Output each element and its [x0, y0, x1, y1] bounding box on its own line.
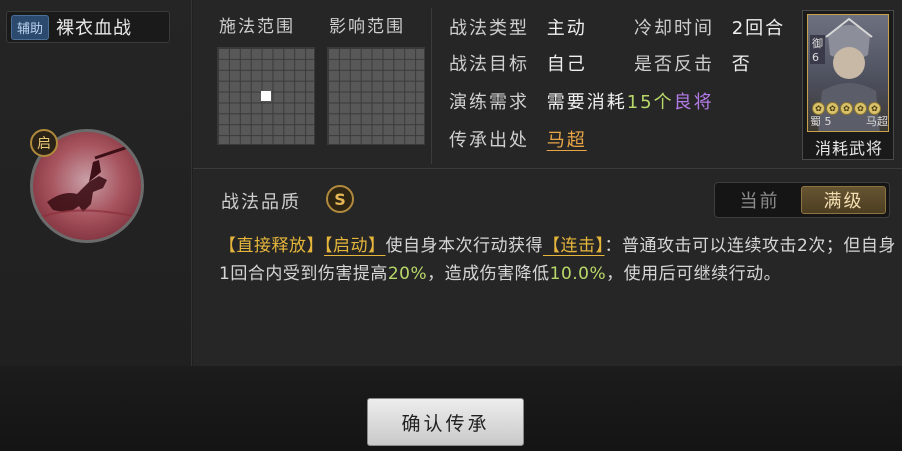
cooldown-row: 冷却时间 2回合: [634, 14, 785, 40]
requirement-count: 15个: [626, 92, 674, 113]
faction-text: 蜀: [810, 115, 821, 128]
source-row: 传承出处 马超: [449, 126, 587, 152]
quality-grade-badge: S: [326, 185, 354, 213]
skill-description: 【直接释放】【启动】使自身本次行动获得【连击】：普通攻击可以连续攻击2次；但自身…: [219, 232, 899, 288]
skill-tag-badge: 辅助: [11, 14, 50, 40]
type-row: 战法类型 主动: [449, 14, 587, 40]
level-mark-number: 6: [812, 51, 819, 64]
source-general-link[interactable]: 马超: [547, 130, 587, 151]
desc-text-3: ，造成伤害降低: [427, 264, 550, 284]
skill-name-box: 辅助 裸衣血战: [6, 11, 170, 43]
card-caption: 消耗武将: [814, 139, 883, 158]
effect-range-title: 影响范围: [329, 17, 405, 37]
effect-range-grid: [327, 47, 425, 145]
requirement-item: 良将: [673, 92, 714, 113]
cooldown-label: 冷却时间: [634, 18, 714, 39]
toggle-current-button[interactable]: 当前: [718, 186, 801, 214]
source-label: 传承出处: [449, 130, 529, 151]
card-faction: 蜀 5: [810, 113, 832, 129]
range-section: 施法范围 影响范围: [217, 10, 427, 162]
desc-damage-dealt: 10.0%: [549, 264, 607, 284]
requirement-row: 演练需求 需要消耗15个良将: [449, 88, 714, 114]
desc-text-1: 使自身本次行动获得: [385, 236, 543, 256]
level-mark: 御 6: [810, 35, 825, 64]
skill-sidebar: 辅助 裸衣血战 启: [0, 0, 192, 366]
counter-label: 是否反击: [634, 54, 714, 75]
counter-value: 否: [731, 54, 752, 75]
type-value: 主动: [546, 18, 587, 39]
consumed-general-card[interactable]: 御 6 ✿ ✿ ✿ ✿ ✿ 蜀 5 马超 消耗武将: [802, 10, 894, 160]
level-toggle: 当前 满级: [714, 182, 890, 218]
desc-activate: 【启动】: [324, 236, 386, 256]
cooldown-value: 2回合: [731, 18, 786, 39]
card-general-name: 马超: [866, 115, 888, 128]
target-value: 自己: [546, 54, 587, 75]
desc-damage-taken: 20%: [387, 264, 428, 284]
toggle-max-button[interactable]: 满级: [801, 186, 886, 214]
level-mark-text: 御: [812, 37, 823, 50]
desc-direct-cast: 【直接释放】: [219, 236, 324, 256]
type-label: 战法类型: [449, 18, 529, 39]
quality-label: 战法品质: [221, 192, 301, 213]
activation-badge: 启: [30, 129, 58, 157]
target-label: 战法目标: [449, 54, 529, 75]
skill-detail-panel: 施法范围 影响范围 战法类型 主动 冷却时间 2回合 战法目标 自己 是否反击 …: [193, 0, 902, 366]
cost-text: 5: [824, 115, 832, 128]
desc-combo-link[interactable]: 【连击】: [543, 236, 605, 256]
counter-row: 是否反击 否: [634, 50, 752, 76]
vertical-divider: [431, 8, 432, 164]
cast-range-center-cell: [261, 91, 271, 101]
requirement-prefix: 需要消耗: [546, 92, 627, 113]
requirement-label: 演练需求: [449, 92, 529, 113]
confirm-inherit-button[interactable]: 确认传承: [367, 398, 524, 446]
horizontal-divider: [193, 168, 902, 169]
cast-range-title: 施法范围: [219, 17, 295, 37]
target-row: 战法目标 自己: [449, 50, 587, 76]
general-portrait: 御 6 ✿ ✿ ✿ ✿ ✿ 蜀 5 马超: [807, 14, 889, 132]
cast-range-grid: [217, 47, 315, 145]
desc-text-4: ，使用后可继续行动。: [606, 264, 782, 284]
skill-name: 裸衣血战: [56, 18, 133, 39]
card-footer: 蜀 5 马超: [810, 113, 888, 129]
